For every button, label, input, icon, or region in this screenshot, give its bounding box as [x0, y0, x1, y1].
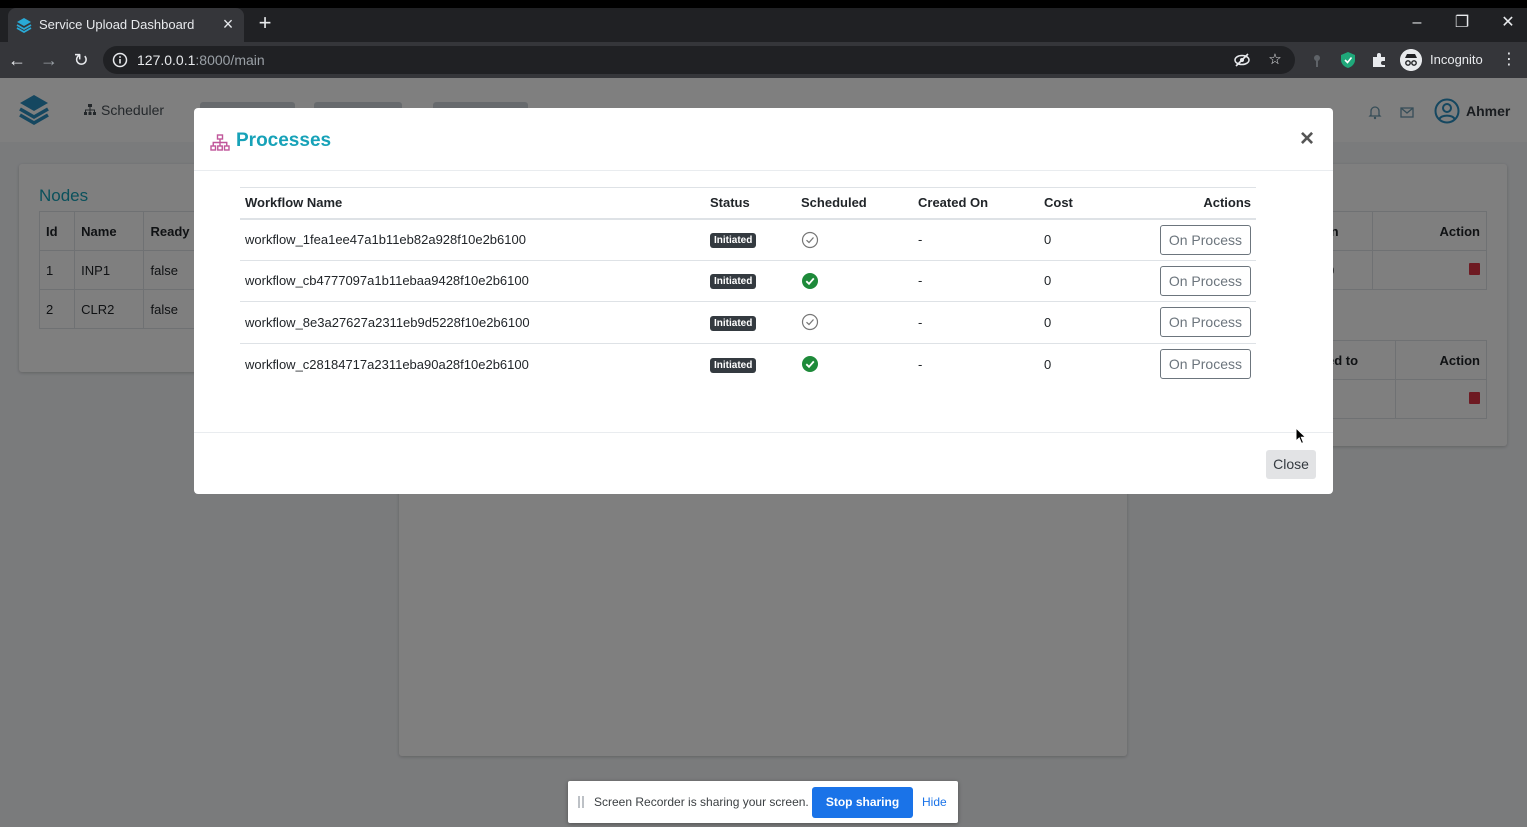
on-process-button[interactable]: On Process: [1159, 307, 1251, 338]
actions-cell: On Process: [1129, 259, 1256, 302]
actions-cell: On Process: [1129, 342, 1256, 385]
status-cell: Initiated: [705, 301, 796, 343]
workflow-name: workflow_c28184717a2311eba90a28f10e2b610…: [240, 342, 705, 385]
shield-icon[interactable]: [1339, 51, 1357, 69]
url-host: 127.0.0.1: [137, 52, 196, 68]
close-tab-icon[interactable]: ×: [218, 14, 238, 34]
status-cell: Initiated: [705, 259, 796, 302]
mouse-cursor-icon: [1295, 427, 1307, 445]
cost: 0: [1039, 342, 1129, 385]
favicon-icon: [16, 18, 32, 33]
status-cell: Initiated: [705, 219, 796, 261]
workflow-name: workflow_cb4777097a1b11ebaa9428f10e2b610…: [240, 259, 705, 302]
workflow-name: workflow_1fea1ee47a1b11eb82a928f10e2b610…: [245, 232, 526, 247]
col-workflow-name: Workflow Name: [240, 187, 705, 220]
reload-icon[interactable]: ↻: [69, 48, 93, 72]
created-on: -: [913, 259, 1039, 302]
browser-tabstrip: Service Upload Dashboard × + – ❐ ✕: [0, 0, 1527, 42]
on-process-button[interactable]: On Process: [1159, 265, 1251, 296]
close-button[interactable]: Close: [1266, 450, 1316, 479]
eye-off-icon[interactable]: [1233, 51, 1251, 69]
table-row: workflow_c28184717a2311eba90a28f10e2b610…: [240, 342, 1256, 385]
bookmark-star-icon[interactable]: ☆: [1266, 51, 1284, 69]
cost: 0: [1039, 301, 1129, 343]
status-cell: Initiated: [705, 342, 796, 385]
scheduled-cell: [796, 259, 913, 302]
on-process-button[interactable]: On Process: [1159, 349, 1251, 379]
actions-cell: On Process: [1129, 301, 1256, 343]
window-close-icon[interactable]: ✕: [1496, 12, 1520, 34]
scheduled-cell: [796, 342, 913, 385]
back-icon[interactable]: ←: [5, 48, 29, 72]
processes-table: Workflow Name Status Scheduled Created O…: [240, 187, 1256, 385]
created-on: -: [918, 232, 923, 247]
profile-label: Incognito: [1430, 52, 1483, 67]
extension-icon[interactable]: [1308, 51, 1326, 69]
url-path: :8000/main: [195, 52, 265, 68]
status-badge: Initiated: [710, 233, 757, 248]
status-badge: Initiated: [710, 315, 757, 331]
status-badge: Initiated: [710, 274, 757, 290]
processes-modal: Processes × Workflow Name Status Schedul…: [194, 108, 1333, 494]
table-row: workflow_8e3a27627a2311eb9d5228f10e2b610…: [240, 301, 1256, 343]
actions-cell: On Process: [1129, 219, 1256, 261]
modal-title: Processes: [236, 130, 332, 151]
status-badge: Initiated: [710, 357, 757, 373]
scheduled-cell: [796, 301, 913, 343]
col-actions: Actions: [1129, 187, 1256, 220]
site-info-icon[interactable]: [112, 52, 128, 68]
share-message: Screen Recorder is sharing your screen.: [594, 795, 809, 809]
tabstrip-top-edge: [0, 0, 1527, 8]
url-text: 127.0.0.1:8000/main: [137, 52, 265, 68]
cost: 0: [1039, 259, 1129, 302]
check-circle-filled-icon: [802, 356, 818, 372]
new-tab-icon[interactable]: +: [254, 12, 276, 34]
sitemap-icon: [210, 134, 230, 151]
restore-icon[interactable]: ❐: [1450, 12, 1474, 34]
created-on: -: [913, 342, 1039, 385]
col-status: Status: [705, 187, 796, 220]
modal-header: Processes ×: [194, 108, 1333, 171]
browser-tab[interactable]: Service Upload Dashboard ×: [8, 8, 244, 42]
modal-footer: Close: [194, 432, 1333, 494]
tab-title: Service Upload Dashboard: [39, 17, 195, 32]
forward-icon[interactable]: →: [37, 48, 61, 72]
more-icon[interactable]: ⋮: [1500, 51, 1518, 69]
workflow-name: workflow_8e3a27627a2311eb9d5228f10e2b610…: [240, 301, 705, 343]
col-cost: Cost: [1039, 187, 1129, 220]
processes-header-row: Workflow Name Status Scheduled Created O…: [240, 187, 1256, 220]
drag-handle-icon[interactable]: [578, 796, 584, 808]
hide-share-bar-button[interactable]: Hide: [922, 795, 947, 809]
on-process-button[interactable]: On Process: [1159, 224, 1251, 255]
address-bar[interactable]: 127.0.0.1:8000/main ☆: [103, 46, 1295, 74]
minimize-icon[interactable]: –: [1405, 12, 1429, 34]
table-row: workflow_cb4777097a1b11ebaa9428f10e2b610…: [240, 259, 1256, 302]
col-created-on: Created On: [913, 187, 1039, 220]
cost: 0: [1044, 232, 1052, 247]
table-row: workflow_1fea1ee47a1b11eb82a928f10e2b610…: [240, 219, 1256, 261]
stop-sharing-button[interactable]: Stop sharing: [812, 787, 913, 818]
close-icon[interactable]: ×: [1294, 126, 1320, 152]
scheduled-cell: [796, 219, 913, 261]
check-circle-outline-icon: [801, 314, 819, 331]
screen-share-bar: Screen Recorder is sharing your screen. …: [568, 781, 958, 823]
browser-toolbar: ← → ↻ 127.0.0.1:8000/main ☆ Incognito ⋮: [0, 42, 1527, 78]
puzzle-icon[interactable]: [1370, 51, 1388, 69]
col-scheduled: Scheduled: [796, 187, 913, 220]
created-on: -: [913, 301, 1039, 343]
check-circle-outline-icon: [801, 231, 819, 248]
incognito-icon: [1400, 49, 1422, 71]
check-circle-filled-icon: [802, 272, 818, 289]
